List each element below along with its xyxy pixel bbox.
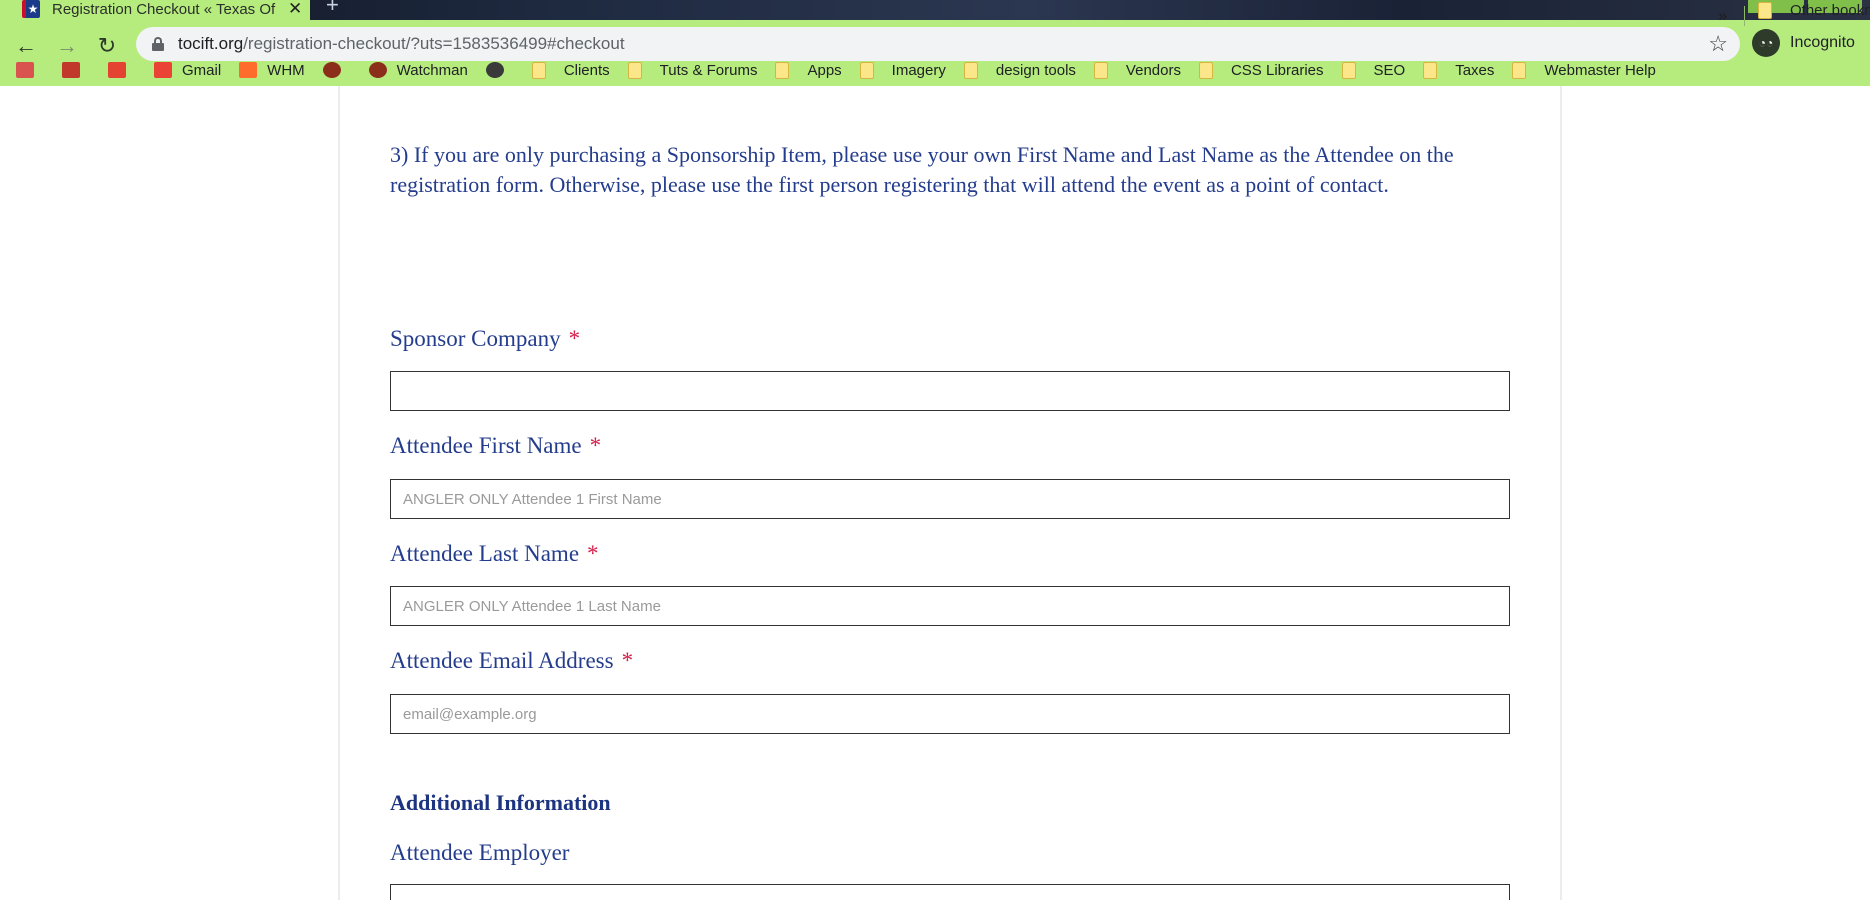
folder-icon [775,61,790,79]
folder-icon [859,61,874,79]
required-mark: * [589,433,602,458]
bookmark-item[interactable]: CSS Libraries [1198,61,1324,79]
bookmark-item[interactable]: Apps [775,61,842,79]
folder-icon [627,61,642,79]
close-icon[interactable]: ✕ [288,0,302,19]
url-text[interactable]: tocift.org/registration-checkout/?uts=15… [178,34,625,54]
site-icon [322,62,341,78]
bookmarks-bar: Gmail WHM Watchman Clients Tuts & Forums Apps… [0,54,1870,86]
first-name-label-text: Attendee First Name [390,433,582,458]
bookmark-item[interactable]: SEO [1341,61,1406,79]
bookmark-label: Gmail [182,61,222,79]
bookmark-item[interactable] [16,62,44,78]
bookmark-item[interactable]: Gmail [154,62,221,79]
required-mark: * [568,326,581,351]
bookmark-item[interactable]: Clients [531,61,610,79]
bookmark-label: Vendors [1125,61,1181,79]
tab-strip: ★ Registration Checkout « Texas Of ✕ + [0,0,1870,20]
bookmark-label: CSS Libraries [1230,61,1324,79]
folder-icon [1758,2,1772,19]
bookmark-item[interactable]: Tuts & Forums [627,61,758,79]
sponsorship-notice: 3) If you are only purchasing a Sponsors… [390,142,1454,197]
bookmark-label: Taxes [1455,61,1495,79]
todoist-icon [108,62,126,78]
folder-icon [1341,61,1356,79]
bookmark-item[interactable]: Watchman [368,61,468,79]
folder-icon [963,61,978,79]
bookmark-item[interactable] [62,62,90,78]
page-content: 3) If you are only purchasing a Sponsors… [0,86,1870,900]
bookmark-item[interactable] [108,62,136,78]
face-icon [485,62,504,78]
bookmark-item[interactable]: Imagery [859,61,946,79]
employer-input[interactable] [390,884,1510,900]
bookmark-label: design tools [995,61,1076,79]
bookmark-label: SEO [1373,61,1406,79]
gmail-icon [154,62,172,78]
employer-label-text: Attendee Employer [390,840,570,865]
last-name-label: Attendee Last Name * [390,541,599,567]
browser-tab[interactable]: ★ Registration Checkout « Texas Of ✕ [0,0,310,20]
additional-information-heading: Additional Information [390,790,611,815]
bookmark-label: WHM [267,61,305,79]
bookmark-label: Watchman [396,61,468,79]
folder-icon [531,61,546,79]
extension-icon [16,62,34,78]
bookmark-label: Webmaster Help [1544,61,1656,79]
bookmark-item[interactable] [322,62,351,78]
last-name-input[interactable] [390,586,1510,626]
bookmark-label: Apps [807,61,842,79]
first-name-label: Attendee First Name * [390,433,601,459]
new-tab-icon[interactable]: + [326,0,339,18]
required-mark: * [621,648,634,673]
more-bookmarks-icon[interactable]: » [1718,6,1727,26]
sponsor-company-input[interactable] [390,371,1510,411]
bookmark-label: Imagery [891,61,946,79]
email-label: Attendee Email Address * [390,648,633,674]
bookmark-item[interactable]: Webmaster Help [1512,61,1656,79]
folder-icon [1512,61,1527,79]
incognito-icon: ◔◔ [1752,29,1780,57]
bookmark-item[interactable]: Taxes [1423,61,1495,79]
sponsor-company-label-text: Sponsor Company [390,326,561,351]
bookmark-item[interactable] [485,62,514,78]
other-bookmarks[interactable]: Other bookm [1758,2,1870,19]
incognito-label: Incognito [1790,34,1855,51]
email-field[interactable] [390,694,1510,734]
first-name-input[interactable] [390,479,1510,519]
rig-icon [62,62,80,78]
folder-icon [1093,61,1108,79]
checkout-form: 3) If you are only purchasing a Sponsors… [338,86,1562,900]
tab-title: Registration Checkout « Texas Of [52,0,276,18]
employer-label: Attendee Employer [390,840,569,866]
bookmark-label: Clients [563,61,610,79]
watchman-icon [368,62,387,78]
folder-icon [1423,61,1438,79]
bookmarks-divider [1744,6,1745,26]
last-name-label-text: Attendee Last Name [390,541,580,566]
required-mark: * [587,541,599,566]
bookmark-item[interactable]: WHM [239,62,305,79]
bookmark-item[interactable]: Vendors [1093,61,1181,79]
email-label-text: Attendee Email Address [390,648,614,673]
other-bookmarks-label: Other bookm [1790,2,1870,19]
texas-flag-icon: ★ [22,0,40,18]
folder-icon [1198,61,1213,79]
sponsor-company-label: Sponsor Company * [390,326,580,352]
lock-icon[interactable] [152,37,164,51]
bookmark-item[interactable]: design tools [963,61,1076,79]
bookmark-label: Tuts & Forums [659,61,758,79]
cpanel-icon [239,62,258,78]
